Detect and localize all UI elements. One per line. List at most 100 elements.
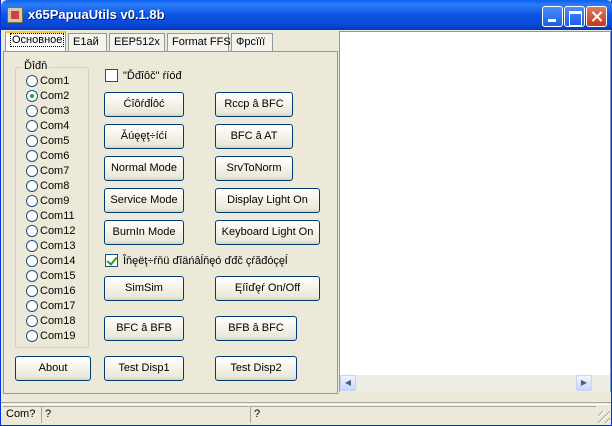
port-radio-com8[interactable]: Com8 bbox=[26, 180, 69, 195]
radio-label: Com8 bbox=[40, 180, 70, 193]
port-radio-com12[interactable]: Com12 bbox=[26, 225, 75, 240]
keyboard-light-button[interactable]: Keyboard Light On bbox=[215, 220, 320, 245]
button-1[interactable]: Ćîôŕđĺôć bbox=[104, 92, 184, 117]
radio-label: Com14 bbox=[40, 255, 76, 268]
radio-label: Com3 bbox=[40, 105, 70, 118]
tab-format-ffs[interactable]: Format FFS bbox=[167, 33, 231, 51]
radio-label: Com13 bbox=[40, 240, 76, 253]
scroll-left-icon[interactable]: ◀ bbox=[340, 375, 356, 391]
radio-button[interactable] bbox=[26, 315, 38, 328]
checkbox-top-row[interactable]: "Ďđîôč" ŕíóđ bbox=[105, 69, 182, 84]
burnin-mode-button[interactable]: BurnIn Mode bbox=[104, 220, 184, 245]
radio-button[interactable] bbox=[26, 300, 38, 313]
test-disp1-button[interactable]: Test Disp1 bbox=[104, 356, 184, 381]
radio-button[interactable] bbox=[26, 210, 38, 223]
port-radio-com18[interactable]: Com18 bbox=[26, 315, 75, 330]
port-radio-com7[interactable]: Com7 bbox=[26, 165, 69, 180]
about-button[interactable]: About bbox=[15, 356, 91, 381]
port-radio-com4[interactable]: Com4 bbox=[26, 120, 69, 135]
radio-button[interactable] bbox=[26, 240, 38, 253]
tab-extra[interactable]: Фрсїїї bbox=[231, 33, 273, 51]
close-button[interactable] bbox=[586, 6, 607, 27]
simsim-button[interactable]: SimSim bbox=[104, 276, 184, 301]
status-port: Com? bbox=[3, 406, 41, 423]
radio-button[interactable] bbox=[26, 225, 38, 238]
title-bar[interactable]: x65PapuaUtils v0.1.8b bbox=[1, 0, 612, 30]
srv-to-norm-button[interactable]: SrvToNorm bbox=[215, 156, 293, 181]
scroll-right-icon[interactable]: ▶ bbox=[576, 375, 592, 391]
port-radio-com17[interactable]: Com17 bbox=[26, 300, 75, 315]
log-output[interactable] bbox=[339, 31, 611, 392]
status-separator bbox=[1, 402, 611, 403]
radio-label: Com7 bbox=[40, 165, 70, 178]
radio-button[interactable] bbox=[26, 270, 38, 283]
checkbox-bottom[interactable] bbox=[105, 254, 118, 267]
horizontal-scrollbar[interactable]: ◀ ▶ bbox=[340, 375, 593, 392]
bfb-to-bfc-button[interactable]: BFB â BFC bbox=[215, 316, 297, 341]
radio-label: Com17 bbox=[40, 300, 76, 313]
onoff-button[interactable]: Ęíîďęŕ On/Off bbox=[215, 276, 320, 301]
tab-eep512x[interactable]: EEP512x bbox=[109, 33, 165, 51]
maximize-button[interactable] bbox=[564, 6, 585, 27]
port-radio-com11[interactable]: Com11 bbox=[26, 210, 75, 225]
radio-label: Com12 bbox=[40, 225, 76, 238]
radio-button[interactable] bbox=[26, 150, 38, 163]
radio-label: Com5 bbox=[40, 135, 70, 148]
app-icon bbox=[7, 7, 23, 23]
port-group-title: Ďîđň bbox=[22, 60, 50, 72]
radio-button[interactable] bbox=[26, 120, 38, 133]
radio-label: Com2 bbox=[40, 90, 70, 103]
radio-label: Com9 bbox=[40, 195, 70, 208]
radio-label: Com6 bbox=[40, 150, 70, 163]
scrollbar-corner bbox=[593, 375, 610, 392]
port-radio-com1[interactable]: Com1 bbox=[26, 75, 69, 90]
radio-button[interactable] bbox=[26, 90, 38, 103]
tab-flash[interactable]: Е1ай bbox=[68, 33, 107, 51]
status-cell-2: ? bbox=[41, 406, 249, 423]
radio-button[interactable] bbox=[26, 180, 38, 193]
radio-label: Com11 bbox=[40, 210, 75, 223]
status-cell-3: ? bbox=[250, 406, 596, 423]
checkbox-bottom-row[interactable]: Îňęëţ÷ŕňü ďîäńâĺňęó ďđč çŕăđóçęĺ bbox=[105, 254, 288, 269]
display-light-button[interactable]: Display Light On bbox=[215, 188, 320, 213]
radio-label: Com1 bbox=[40, 75, 70, 88]
radio-button[interactable] bbox=[26, 255, 38, 268]
checkbox-top-label: "Ďđîôč" ŕíóđ bbox=[123, 69, 182, 82]
radio-button[interactable] bbox=[26, 285, 38, 298]
rccp-to-bfc-button[interactable]: Rccp â BFC bbox=[215, 92, 293, 117]
radio-button[interactable] bbox=[26, 105, 38, 118]
bfc-to-bfb-button[interactable]: BFC â BFB bbox=[104, 316, 184, 341]
port-radio-com13[interactable]: Com13 bbox=[26, 240, 75, 255]
bfc-to-at-button[interactable]: BFC â AT bbox=[215, 124, 293, 149]
service-mode-button[interactable]: Service Mode bbox=[104, 188, 184, 213]
port-radio-com5[interactable]: Com5 bbox=[26, 135, 69, 150]
port-radio-com15[interactable]: Com15 bbox=[26, 270, 75, 285]
app-window: x65PapuaUtils v0.1.8b Основное Е1ай EEP5… bbox=[0, 0, 612, 426]
button-2[interactable]: Ăúęęţ÷íćí bbox=[104, 124, 184, 149]
radio-button[interactable] bbox=[26, 165, 38, 178]
normal-mode-button[interactable]: Normal Mode bbox=[104, 156, 184, 181]
radio-button[interactable] bbox=[26, 195, 38, 208]
radio-button[interactable] bbox=[26, 75, 38, 88]
port-radio-com16[interactable]: Com16 bbox=[26, 285, 75, 300]
radio-button[interactable] bbox=[26, 135, 38, 148]
tab-main[interactable]: Основное bbox=[5, 31, 66, 51]
port-radio-com3[interactable]: Com3 bbox=[26, 105, 69, 120]
checkbox-top[interactable] bbox=[105, 69, 118, 82]
tab-main-label: Основное bbox=[10, 33, 65, 47]
radio-button[interactable] bbox=[26, 330, 38, 343]
radio-label: Com18 bbox=[40, 315, 76, 328]
port-radio-com19[interactable]: Com19 bbox=[26, 330, 75, 345]
port-radio-com2[interactable]: Com2 bbox=[26, 90, 69, 105]
port-radio-com6[interactable]: Com6 bbox=[26, 150, 69, 165]
test-disp2-button[interactable]: Test Disp2 bbox=[215, 356, 297, 381]
minimize-button[interactable] bbox=[542, 6, 563, 27]
radio-label: Com16 bbox=[40, 285, 76, 298]
checkbox-bottom-label: Îňęëţ÷ŕňü ďîäńâĺňęó ďđč çŕăđóçęĺ bbox=[123, 254, 288, 267]
radio-label: Com15 bbox=[40, 270, 76, 283]
port-radio-com9[interactable]: Com9 bbox=[26, 195, 69, 210]
window-title: x65PapuaUtils v0.1.8b bbox=[28, 7, 165, 22]
resize-grip-icon[interactable] bbox=[598, 411, 610, 423]
radio-label: Com19 bbox=[40, 330, 76, 343]
port-radio-com14[interactable]: Com14 bbox=[26, 255, 75, 270]
